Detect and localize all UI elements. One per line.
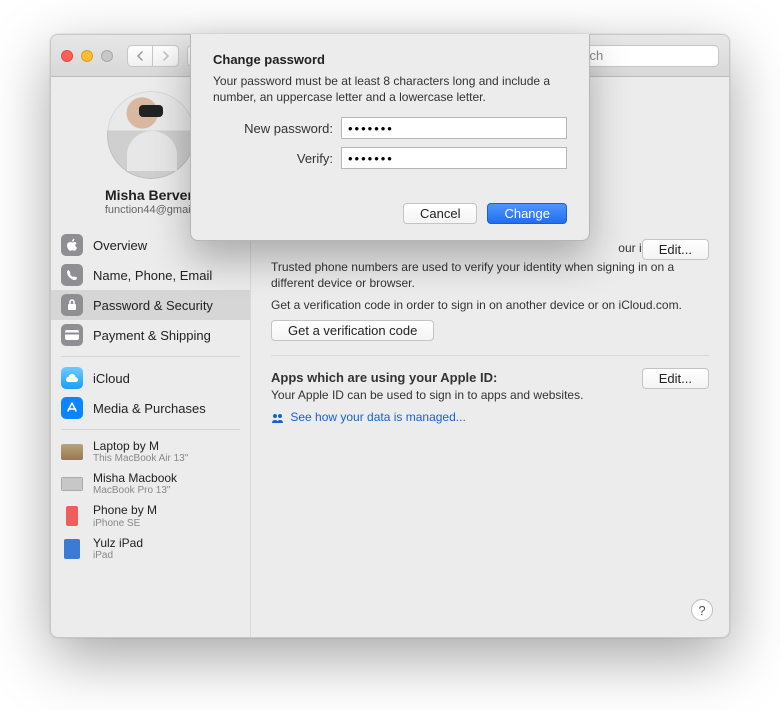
apps-text: Your Apple ID can be used to sign in to … (271, 387, 709, 403)
minimize-window-button[interactable] (81, 50, 93, 62)
verify-password-label: Verify: (213, 151, 333, 166)
nav-payment-shipping[interactable]: Payment & Shipping (51, 320, 250, 350)
device-laptop-icon (61, 477, 83, 491)
device-lines: Laptop by M This MacBook Air 13" (93, 440, 188, 464)
appstore-icon (61, 397, 83, 419)
nav-icloud-label: iCloud (93, 371, 130, 386)
avatar[interactable] (107, 91, 195, 179)
verify-password-input[interactable] (341, 147, 567, 169)
sheet-actions: Cancel Change (213, 203, 567, 224)
apps-section: Edit... Apps which are using your Apple … (271, 370, 709, 424)
device-item[interactable]: Yulz iPad iPad (51, 533, 250, 561)
device-lines: Phone by M iPhone SE (93, 504, 157, 528)
change-button[interactable]: Change (487, 203, 567, 224)
services-list: iCloud Media & Purchases (51, 363, 250, 423)
device-lines: Misha Macbook MacBook Pro 13" (93, 472, 177, 496)
device-name: Yulz iPad (93, 537, 143, 550)
device-item[interactable]: Laptop by M This MacBook Air 13" (51, 436, 250, 468)
device-sub: This MacBook Air 13" (93, 453, 188, 464)
apple-icon (61, 234, 83, 256)
device-name: Phone by M (93, 504, 157, 517)
help-button[interactable]: ? (691, 599, 713, 621)
device-sub: iPhone SE (93, 518, 157, 529)
forward-button[interactable] (153, 45, 179, 67)
chevron-left-icon (136, 51, 144, 61)
data-managed-link[interactable]: See how your data is managed... (290, 410, 465, 424)
cancel-button[interactable]: Cancel (403, 203, 477, 224)
devices-list: Laptop by M This MacBook Air 13" Misha M… (51, 436, 250, 565)
verify-password-row: Verify: (213, 147, 567, 169)
new-password-input[interactable] (341, 117, 567, 139)
chevron-right-icon (162, 51, 170, 61)
nav-npe-label: Name, Phone, Email (93, 268, 212, 283)
nav-media-label: Media & Purchases (93, 401, 206, 416)
nav-ps-label: Password & Security (93, 298, 213, 313)
device-ipad-icon (64, 539, 80, 559)
get-verification-code-button[interactable]: Get a verification code (271, 320, 434, 341)
nav-media-purchases[interactable]: Media & Purchases (51, 393, 250, 423)
device-item[interactable]: Phone by M iPhone SE (51, 500, 250, 532)
section-divider (271, 355, 709, 356)
nav-list: Overview Name, Phone, Email Password & S… (51, 230, 250, 350)
icloud-icon (61, 367, 83, 389)
edit-trusted-numbers-button[interactable]: Edit... (642, 239, 709, 260)
nav-pay-label: Payment & Shipping (93, 328, 211, 343)
change-password-sheet: Change password Your password must be at… (190, 34, 590, 241)
device-sub: iPad (93, 550, 143, 561)
new-password-row: New password: (213, 117, 567, 139)
nav-overview-label: Overview (93, 238, 147, 253)
edit-apps-button[interactable]: Edit... (642, 368, 709, 389)
data-managed-row: See how your data is managed... (271, 409, 709, 424)
trusted-numbers-text: Trusted phone numbers are used to verify… (271, 259, 709, 291)
nav-separator-2 (61, 429, 240, 430)
nav-name-phone-email[interactable]: Name, Phone, Email (51, 260, 250, 290)
people-icon (271, 410, 288, 424)
sheet-title: Change password (213, 52, 567, 67)
new-password-label: New password: (213, 121, 333, 136)
maximize-window-button (101, 50, 113, 62)
window-controls (61, 50, 113, 62)
device-name: Misha Macbook (93, 472, 177, 485)
device-sub: MacBook Pro 13" (93, 485, 177, 496)
history-nav (127, 45, 179, 67)
sheet-instructions: Your password must be at least 8 charact… (213, 73, 567, 105)
nav-separator (61, 356, 240, 357)
back-button[interactable] (127, 45, 153, 67)
close-window-button[interactable] (61, 50, 73, 62)
device-name: Laptop by M (93, 440, 188, 453)
device-phone-icon (66, 506, 78, 526)
nav-password-security[interactable]: Password & Security (51, 290, 250, 320)
device-item[interactable]: Misha Macbook MacBook Pro 13" (51, 468, 250, 500)
trusted-numbers-section: our identity when Edit... Trusted phone … (271, 241, 709, 341)
verification-text: Get a verification code in order to sign… (271, 297, 709, 313)
phone-icon (61, 264, 83, 286)
device-laptop-icon (61, 444, 83, 460)
help-label: ? (698, 603, 705, 618)
device-lines: Yulz iPad iPad (93, 537, 143, 561)
card-icon (61, 324, 83, 346)
nav-icloud[interactable]: iCloud (51, 363, 250, 393)
lock-icon (61, 294, 83, 316)
